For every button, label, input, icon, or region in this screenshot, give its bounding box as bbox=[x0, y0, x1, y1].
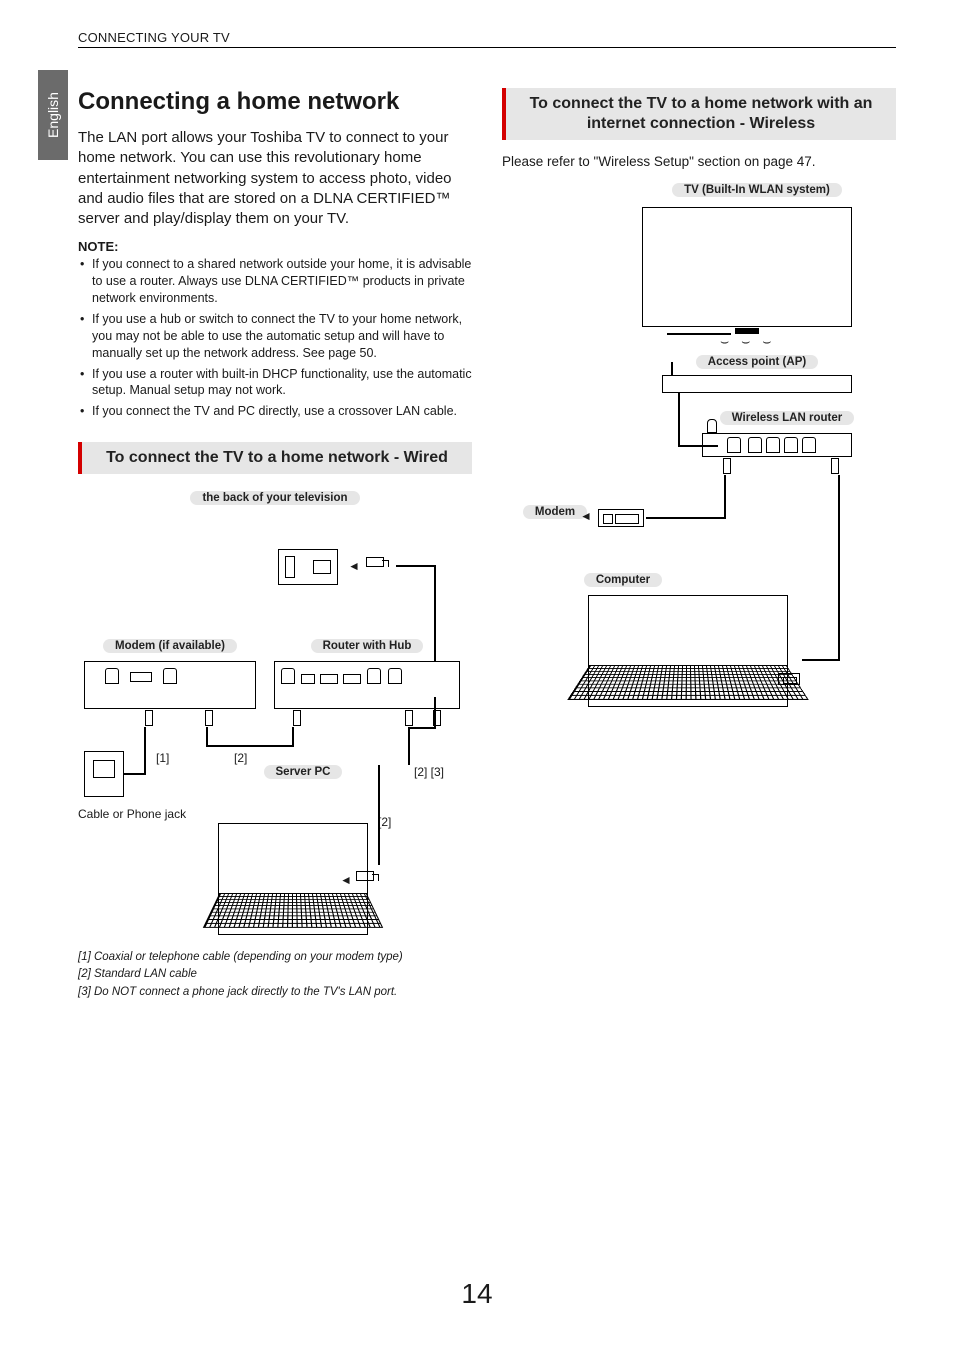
label-access-point: Access point (AP) bbox=[696, 355, 818, 369]
note-list: If you connect to a shared network outsi… bbox=[78, 256, 472, 420]
access-point-icon bbox=[662, 375, 852, 393]
intro-paragraph: The LAN port allows your Toshiba TV to c… bbox=[78, 128, 472, 229]
note-heading: NOTE: bbox=[78, 239, 472, 254]
note-item: If you use a hub or switch to connect th… bbox=[78, 311, 472, 362]
modem-icon bbox=[84, 661, 256, 709]
footnotes: [1] Coaxial or telephone cable (dependin… bbox=[78, 949, 472, 1001]
ref-2b: [2] bbox=[378, 815, 391, 829]
running-head: CONNECTING YOUR TV bbox=[78, 30, 896, 48]
label-tv-back: the back of your television bbox=[190, 491, 359, 505]
wireless-diagram: TV (Built-In WLAN system) ⌣ ⌣ ⌣ Access p… bbox=[502, 183, 896, 723]
ref-2a: [2] bbox=[234, 751, 247, 765]
wifi-waves-icon: ⌣ ⌣ ⌣ bbox=[720, 333, 775, 350]
right-column: To connect the TV to a home network with… bbox=[502, 88, 896, 1001]
note-item: If you connect the TV and PC directly, u… bbox=[78, 403, 472, 420]
ref-23: [2] [3] bbox=[414, 765, 444, 779]
lan-plug-icon bbox=[366, 557, 384, 570]
label-modem-wireless: Modem bbox=[523, 505, 587, 519]
language-tab: English bbox=[38, 70, 68, 160]
arrow-left-icon bbox=[340, 873, 352, 887]
left-column: Connecting a home network The LAN port a… bbox=[78, 88, 472, 1001]
footnote-item: [1] Coaxial or telephone cable (dependin… bbox=[78, 949, 472, 966]
tv-icon bbox=[642, 207, 852, 327]
page-title: Connecting a home network bbox=[78, 88, 472, 116]
lan-plug-icon bbox=[356, 871, 374, 884]
modem-icon bbox=[598, 509, 644, 527]
wireless-section-heading: To connect the TV to a home network with… bbox=[502, 88, 896, 140]
wall-jack-icon bbox=[84, 751, 124, 797]
label-tv-wlan: TV (Built-In WLAN system) bbox=[672, 183, 842, 197]
router-icon bbox=[274, 661, 460, 709]
page-number: 14 bbox=[0, 1278, 954, 1310]
wireless-router-icon bbox=[702, 433, 852, 457]
label-wireless-router: Wireless LAN router bbox=[720, 411, 854, 425]
label-server-pc: Server PC bbox=[264, 765, 343, 779]
lan-port-icon bbox=[778, 673, 800, 685]
arrow-left-icon bbox=[348, 559, 360, 573]
footnote-item: [2] Standard LAN cable bbox=[78, 966, 472, 983]
wired-section-heading: To connect the TV to a home network - Wi… bbox=[78, 442, 472, 474]
note-item: If you use a router with built-in DHCP f… bbox=[78, 366, 472, 400]
label-router: Router with Hub bbox=[311, 639, 424, 653]
ref-1: [1] bbox=[156, 751, 169, 765]
language-tab-label: English bbox=[45, 92, 61, 138]
arrow-left-icon bbox=[580, 509, 592, 523]
label-computer: Computer bbox=[584, 573, 662, 587]
footnote-item: [3] Do NOT connect a phone jack directly… bbox=[78, 984, 472, 1001]
label-modem: Modem (if available) bbox=[103, 639, 237, 653]
wired-diagram: Modem (if available) Router with Hub bbox=[78, 515, 472, 935]
label-cable-jack: Cable or Phone jack bbox=[78, 807, 186, 821]
note-item: If you connect to a shared network outsi… bbox=[78, 256, 472, 307]
laptop-icon bbox=[588, 595, 788, 707]
tv-back-panel-icon bbox=[278, 549, 338, 585]
wireless-ref-text: Please refer to "Wireless Setup" section… bbox=[502, 154, 896, 169]
